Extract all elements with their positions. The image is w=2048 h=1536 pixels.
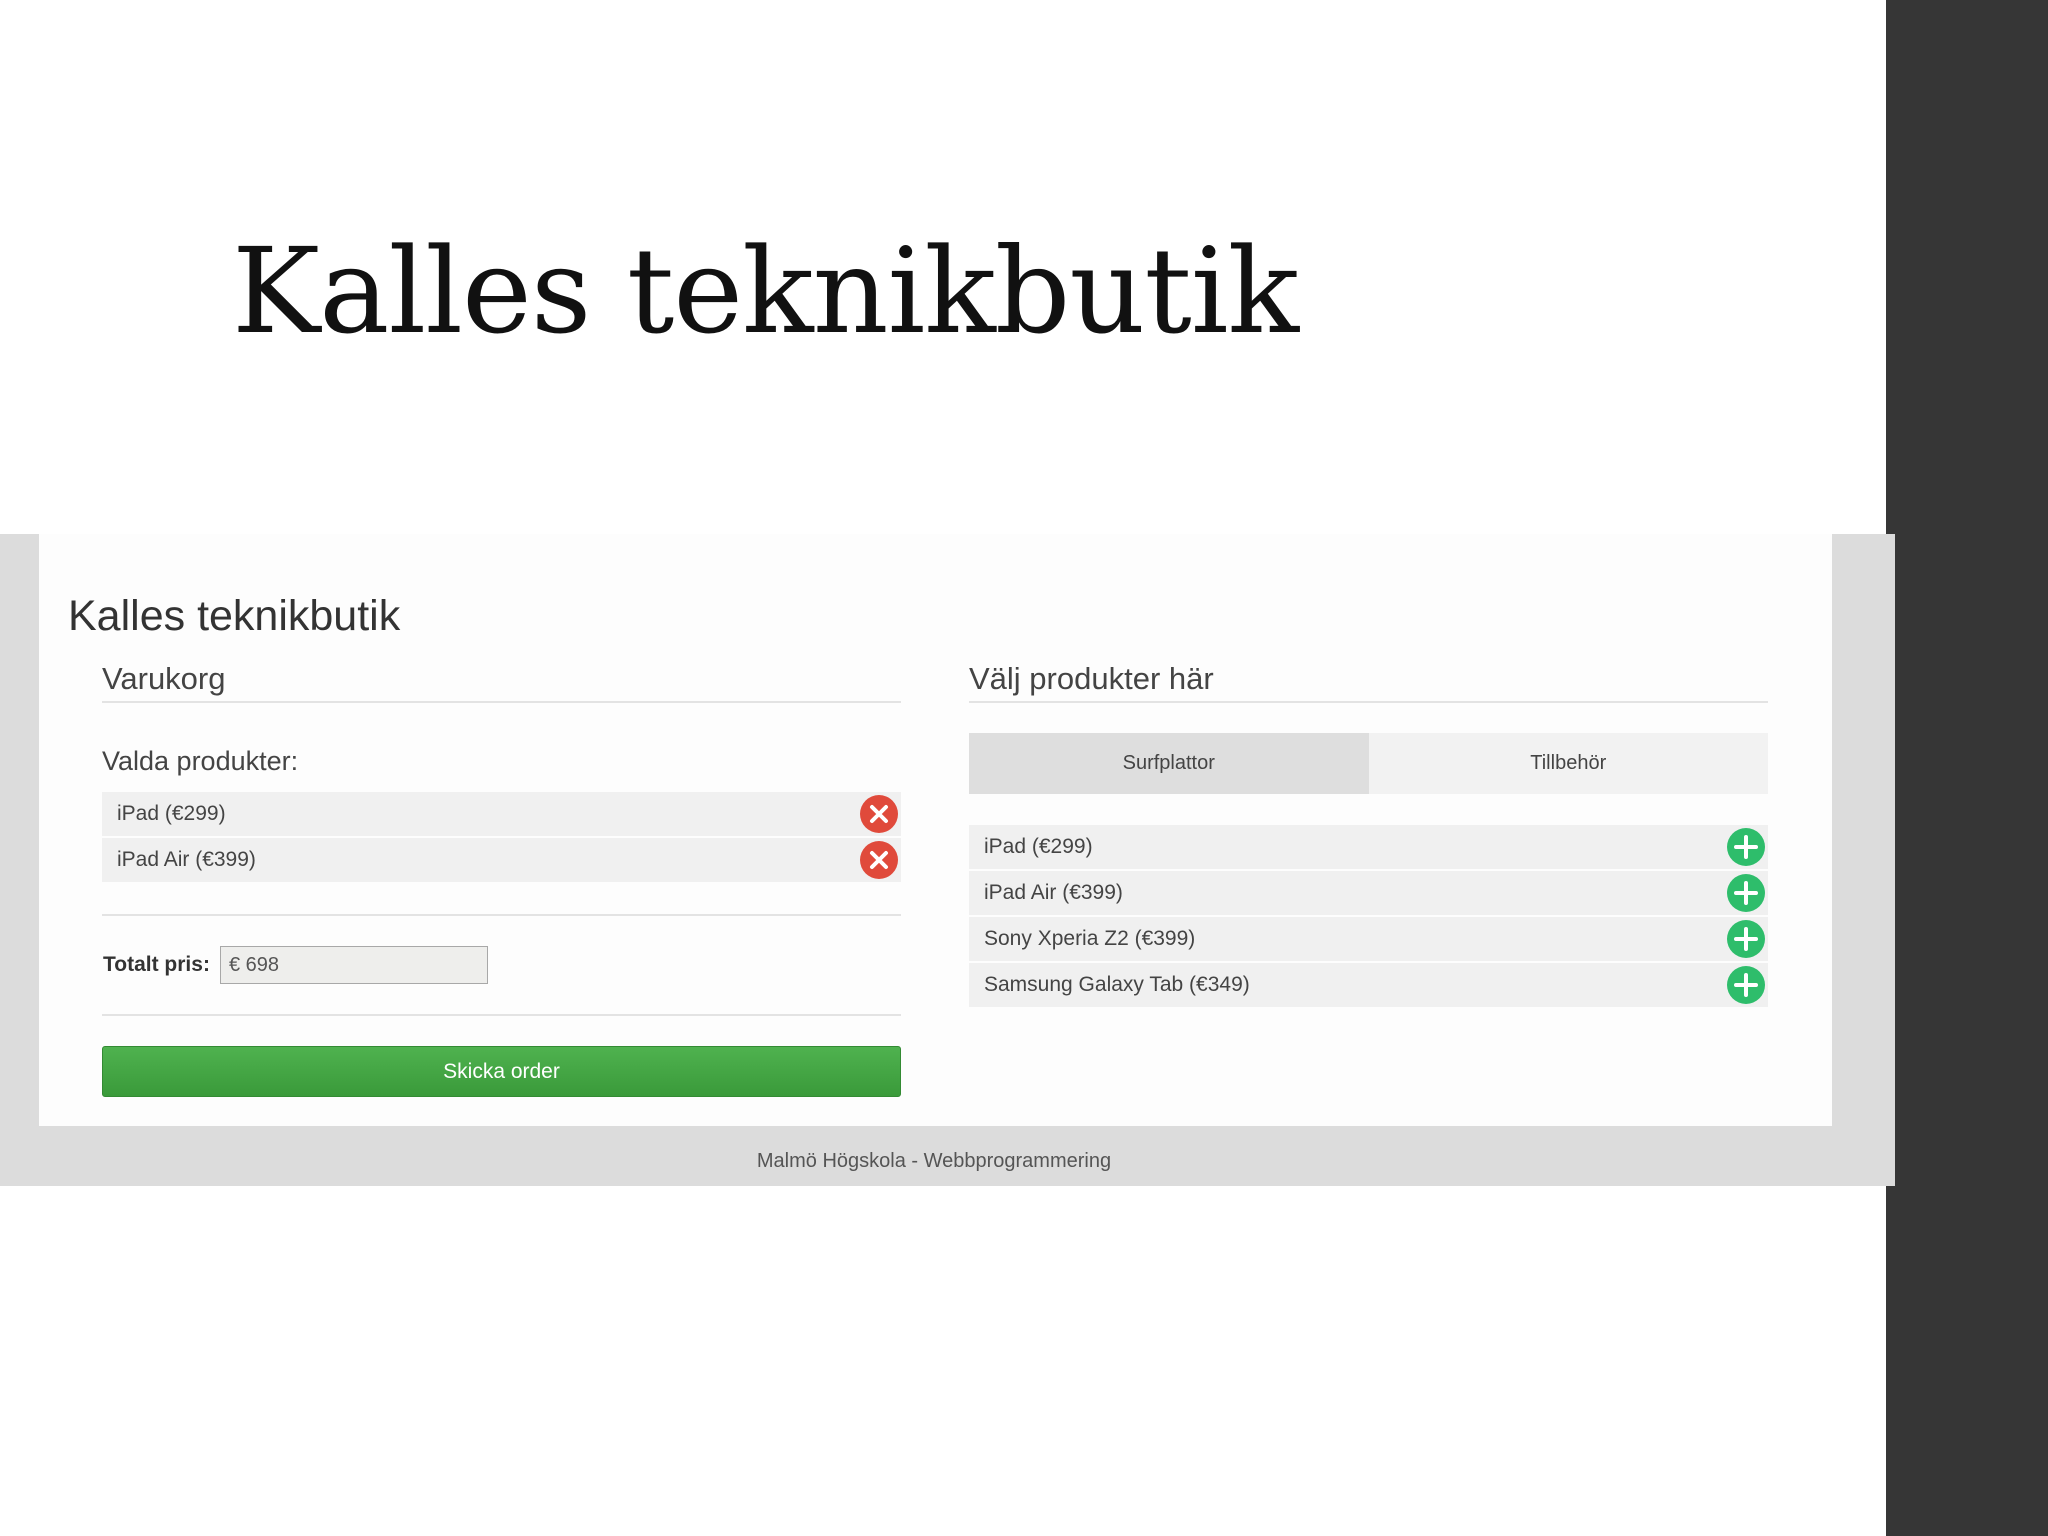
cart-item-label: iPad Air (€399)	[117, 848, 256, 871]
product-item: Sony Xperia Z2 (€399)	[969, 917, 1768, 961]
slide-title: Kalles teknikbutik	[232, 222, 1299, 360]
add-circle-icon	[1734, 835, 1758, 859]
product-item: iPad Air (€399)	[969, 871, 1768, 915]
cart-heading-divider	[102, 701, 901, 703]
remove-circle-icon	[870, 851, 888, 869]
product-list: iPad (€299) iPad Air (€399) Sony Xperia …	[969, 825, 1768, 1009]
add-circle-icon	[1734, 927, 1758, 951]
products-heading: Välj produkter här	[969, 661, 1214, 696]
product-item: iPad (€299)	[969, 825, 1768, 869]
tab-tillbehor[interactable]: Tillbehör	[1368, 733, 1768, 794]
app-title: Kalles teknikbutik	[68, 592, 401, 640]
product-item-label: iPad (€299)	[984, 835, 1093, 858]
cart-heading: Varukorg	[102, 661, 226, 696]
cart-divider-1	[102, 914, 901, 916]
remove-item-button[interactable]	[860, 841, 898, 879]
add-circle-icon	[1734, 881, 1758, 905]
add-circle-icon	[1734, 973, 1758, 997]
cart-item-label: iPad (€299)	[117, 802, 226, 825]
cart-item: iPad (€299)	[102, 792, 901, 836]
cart-divider-2	[102, 1014, 901, 1016]
cart-item: iPad Air (€399)	[102, 838, 901, 882]
add-product-button[interactable]	[1727, 828, 1765, 866]
submit-order-button[interactable]: Skicka order	[102, 1046, 901, 1097]
product-item-label: Samsung Galaxy Tab (€349)	[984, 973, 1250, 996]
footer-text: Malmö Högskola - Webbprogrammering	[756, 1150, 1112, 1172]
add-product-button[interactable]	[1727, 874, 1765, 912]
slide-side-bar	[1886, 0, 2048, 1536]
add-product-button[interactable]	[1727, 920, 1765, 958]
remove-circle-icon	[870, 805, 888, 823]
total-price-field[interactable]	[220, 946, 488, 984]
add-product-button[interactable]	[1727, 966, 1765, 1004]
product-category-tabs: Surfplattor Tillbehör	[969, 733, 1768, 794]
cart-list: iPad (€299) iPad Air (€399)	[102, 792, 901, 884]
remove-item-button[interactable]	[860, 795, 898, 833]
selected-products-label: Valda produkter:	[102, 746, 299, 776]
product-item-label: Sony Xperia Z2 (€399)	[984, 927, 1196, 950]
tab-surfplattor[interactable]: Surfplattor	[969, 733, 1369, 794]
product-item: Samsung Galaxy Tab (€349)	[969, 963, 1768, 1007]
products-heading-divider	[969, 701, 1768, 703]
product-item-label: iPad Air (€399)	[984, 881, 1123, 904]
total-price-label: Totalt pris:	[103, 953, 210, 976]
